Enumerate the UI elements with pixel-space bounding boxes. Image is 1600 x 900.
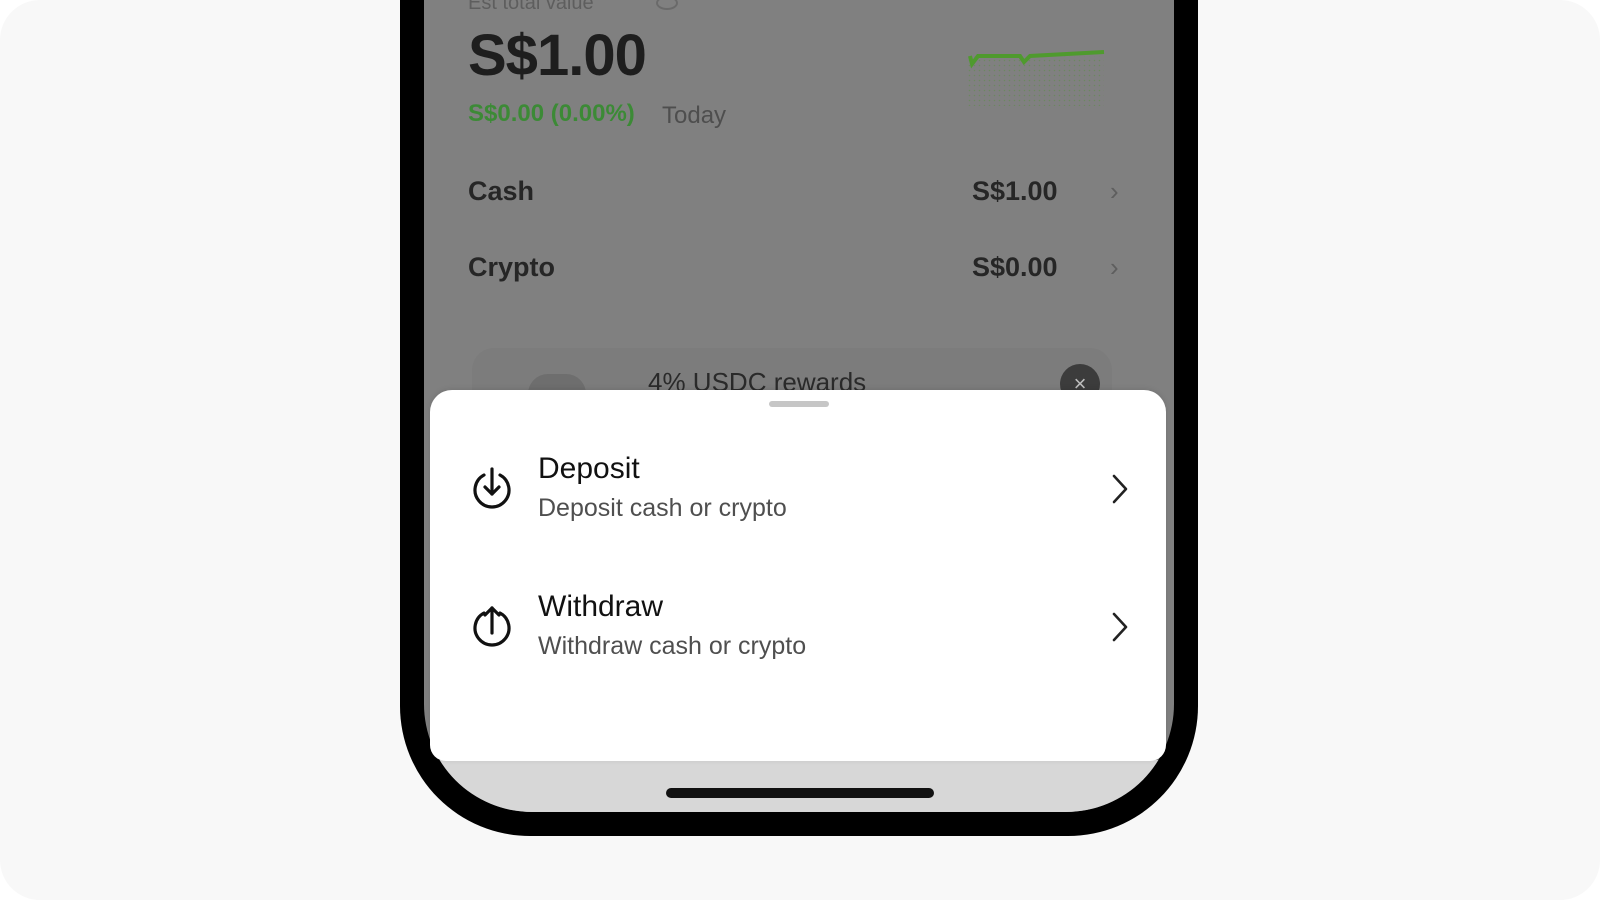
deposit-subtitle: Deposit cash or crypto: [538, 494, 787, 522]
withdraw-subtitle: Withdraw cash or crypto: [538, 632, 807, 660]
sheet-grabber-handle[interactable]: [769, 401, 829, 407]
cash-row-label: Cash: [468, 176, 535, 206]
screen-bottom-area: [424, 760, 1174, 812]
withdraw-option[interactable]: Withdraw Withdraw cash or crypto: [430, 578, 1166, 698]
est-total-value-label: Est total value: [468, 0, 594, 14]
withdraw-arrow-up-icon: [473, 606, 511, 647]
chevron-right-icon: [1112, 612, 1128, 642]
daily-change: S$0.00 (0.00%): [468, 100, 635, 127]
deposit-option[interactable]: Deposit Deposit cash or crypto: [430, 440, 1166, 560]
chevron-right-icon: ›: [1110, 252, 1119, 282]
canvas-background: Est total value S$1.00 S$0.00 (0.00%) To…: [0, 0, 1600, 900]
deposit-arrow-down-icon: [473, 467, 511, 509]
crypto-row-label: Crypto: [468, 252, 555, 282]
deposit-title: Deposit: [538, 452, 640, 485]
chevron-right-icon: ›: [1110, 176, 1119, 206]
crypto-row-value: S$0.00: [972, 252, 1058, 282]
withdraw-title: Withdraw: [538, 590, 664, 623]
eye-icon: [656, 0, 678, 10]
home-indicator: [666, 788, 934, 798]
change-period: Today: [662, 102, 727, 129]
cash-row-value: S$1.00: [972, 176, 1058, 206]
portfolio-sparkline: [968, 50, 1105, 106]
chevron-right-icon: [1112, 474, 1128, 504]
deposit-withdraw-sheet: Deposit Deposit cash or crypto Withdraw …: [430, 390, 1166, 761]
total-value: S$1.00: [468, 23, 647, 88]
